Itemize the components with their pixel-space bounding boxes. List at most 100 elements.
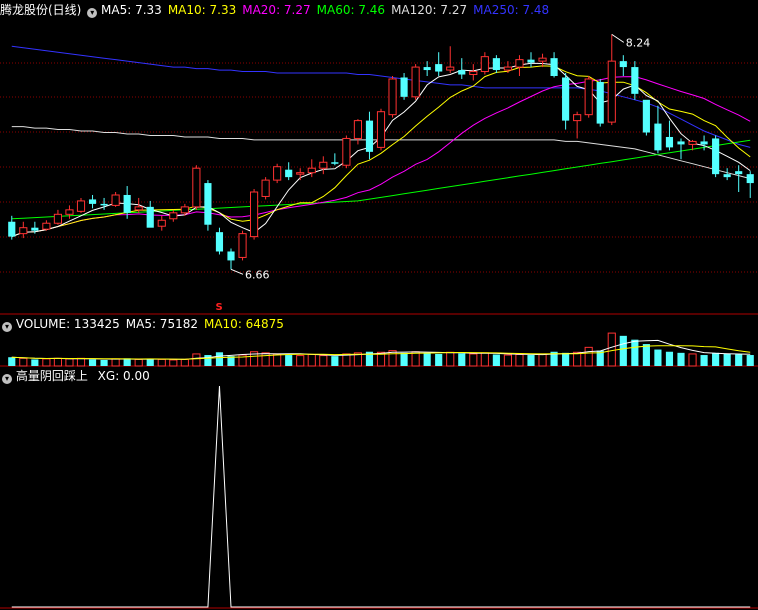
candle-body (469, 71, 478, 76)
signal-marker: S (215, 302, 222, 313)
candle-body (19, 227, 28, 235)
candle-body (492, 58, 500, 71)
candle-body (365, 120, 374, 152)
volume-bar (700, 355, 708, 366)
candle-body (550, 58, 558, 76)
volume-bar (88, 359, 97, 366)
volume-bar (515, 353, 524, 367)
candle-body (712, 138, 720, 175)
candle-body (642, 99, 650, 133)
stock-title: 腾龙股份(日线) (0, 3, 82, 17)
candle-body (157, 219, 166, 227)
candle-body (631, 67, 639, 94)
candle-body (192, 167, 201, 208)
volume-bar (492, 354, 500, 366)
candle-body (250, 191, 259, 238)
candle-body (227, 251, 235, 261)
volume-bar (642, 344, 650, 366)
candle-body (146, 206, 154, 228)
volume-bar (261, 352, 270, 367)
ma-legend-item: MA120: 7.27 (391, 3, 468, 17)
volume-bar (180, 358, 189, 367)
price-header: 腾龙股份(日线) ▾ MA5: 7.33 MA10: 7.33 MA20: 7.27… (0, 2, 555, 18)
candle-body (88, 199, 97, 204)
volume-legend: VOLUME: 133425 MA5: 75182 MA10: 64875 (16, 317, 290, 331)
high-marker-line (611, 33, 625, 43)
low-marker-line (230, 268, 244, 275)
candle-body (503, 66, 513, 71)
candle-body (296, 172, 305, 175)
candle-body (388, 78, 397, 116)
candle-body (215, 232, 224, 252)
candle-body (619, 61, 627, 68)
settings-toggle-icon[interactable]: ▾ (87, 8, 98, 18)
volume-bar (607, 332, 616, 367)
volume-bar (573, 351, 582, 367)
volume-legend-item: MA10: 64875 (203, 317, 284, 331)
volume-bar (192, 353, 201, 367)
volume-bar (76, 357, 86, 367)
volume-bar (631, 339, 639, 366)
volume-bar (285, 355, 293, 366)
candle-body (654, 123, 662, 151)
candle-body (261, 179, 270, 197)
ma-legend: MA5: 7.33 MA10: 7.33 MA20: 7.27 MA60: 7.46 M… (101, 3, 555, 17)
candle-body (446, 66, 455, 71)
volume-bar (503, 354, 513, 367)
volume-bar (273, 353, 282, 367)
candle-body (238, 233, 247, 258)
volume-bar (538, 353, 547, 367)
volume-settings-icon[interactable]: ▾ (2, 322, 12, 332)
candle-body (700, 141, 708, 145)
high-price-label: 8.24 (626, 36, 651, 49)
volume-bar (446, 351, 455, 367)
volume-bar (688, 353, 697, 367)
candle-body (8, 221, 16, 237)
ma-legend-item: MA5: 7.33 (101, 3, 162, 17)
volume-bar (712, 352, 720, 366)
candle-body (423, 67, 431, 71)
candle-body (584, 78, 593, 116)
volume-bar (319, 355, 328, 367)
candle-body (688, 140, 697, 145)
ma60-line (11, 139, 751, 220)
volume-bar (204, 355, 212, 366)
volume-bar (19, 357, 28, 367)
candle-body (677, 141, 685, 145)
indicator-header: ▾ 高量阴回踩上 XG: 0.00 (0, 368, 150, 384)
indicator-settings-icon[interactable]: ▾ (2, 374, 12, 384)
volume-legend-item: MA5: 75182 (125, 317, 198, 331)
volume-bar (342, 353, 351, 367)
candle-body (376, 111, 386, 148)
candle-body (735, 171, 743, 175)
candle-body (665, 136, 674, 148)
xg-line (11, 385, 751, 608)
volume-bar (31, 359, 39, 366)
volume-bar (677, 352, 685, 366)
candle-body (31, 227, 39, 231)
volume-bar (42, 358, 51, 367)
volume-bar (527, 355, 535, 366)
volume-bar (619, 335, 627, 366)
candle-body (607, 60, 616, 123)
volume-bar (735, 354, 743, 366)
volume-bar (53, 357, 62, 367)
low-price-label: 6.66 (245, 268, 270, 281)
volume-bar (331, 356, 339, 366)
volume-bar (746, 355, 754, 366)
candle-body (746, 174, 754, 184)
ma10-line (11, 65, 751, 238)
candle-body (515, 59, 524, 68)
volume-bar (480, 352, 489, 367)
volume-bar (665, 351, 674, 366)
xg-indicator (11, 385, 751, 608)
indicator-value: XG: 0.00 (97, 369, 150, 383)
candle-body (527, 59, 535, 63)
candle-body (435, 64, 443, 72)
stock-chart: 8.24 6.66 S (0, 33, 758, 609)
volume-bars (8, 332, 754, 367)
volume-header: ▾ VOLUME: 133425 MA5: 75182 MA10: 64875 (0, 316, 290, 332)
candle-body (400, 77, 408, 97)
candle-body (42, 222, 51, 230)
volume-bar (146, 358, 154, 366)
